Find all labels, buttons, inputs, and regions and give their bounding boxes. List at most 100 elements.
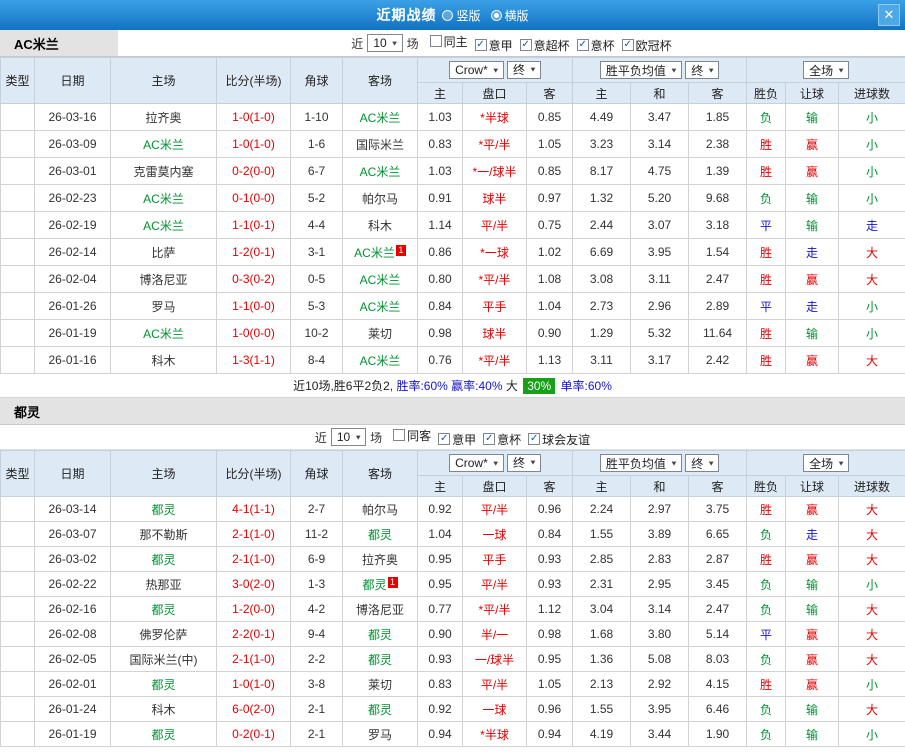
checkbox-checked-icon: ✓	[519, 39, 532, 51]
league-type: 意甲	[0, 621, 35, 647]
checkbox-checked-icon: ✓	[483, 433, 496, 445]
chevron-down-icon: ▼	[354, 433, 363, 441]
final-odds-dropdown[interactable]: 终 ▼	[685, 61, 720, 79]
result-handicap: 赢	[785, 671, 840, 697]
titlebar: 近期战绩 竖版 横版 ✕	[0, 0, 905, 30]
match-row: 意甲 26-02-16 都灵 1-2(0-0) 4-2 博洛尼亚 0.77 *平/半 1.12 3…	[0, 596, 905, 622]
avg-odds-dropdown[interactable]: 胜平负均值 ▼	[599, 61, 682, 79]
dropdown-value: 胜平负均值	[605, 63, 666, 78]
radio-vertical-label: 竖版	[456, 8, 481, 23]
window-title: 近期战绩	[376, 7, 437, 23]
league-type: 意甲	[0, 521, 35, 547]
scope-dropdown[interactable]: 全场 ▼	[803, 61, 850, 79]
result-handicap: 输	[785, 721, 840, 747]
filter-checkbox[interactable]: ✓ 球会友谊	[528, 431, 590, 448]
recent-count-dropdown[interactable]: 10 ▼	[330, 428, 367, 446]
lose-odds: 2.42	[688, 346, 748, 374]
score: 0-1(0-0)	[216, 184, 291, 212]
league-type: 意甲	[0, 671, 35, 697]
radio-horizontal-layout[interactable]: 横版	[490, 7, 529, 24]
result-wdl: 负	[746, 721, 787, 747]
score: 0-3(0-2)	[216, 265, 291, 293]
filter-checkbox[interactable]: ✓ 意甲	[474, 37, 513, 54]
checkbox-checked-icon: ✓	[528, 433, 541, 445]
filter-checkbox[interactable]: ✓ 欧冠杯	[621, 37, 672, 54]
team-name: 博洛尼亚	[139, 272, 188, 287]
summary-part: 胜率:60%	[396, 379, 452, 393]
team-name: 都灵	[151, 677, 176, 692]
home-team: AC米兰	[110, 130, 217, 158]
away-team: 都灵	[342, 521, 418, 547]
filter-checkbox-label: 欧冠杯	[635, 38, 672, 53]
col-score: 比分(半场)	[216, 450, 291, 497]
final-odds-dropdown[interactable]: 终 ▼	[685, 454, 720, 472]
recent-count-dropdown[interactable]: 10 ▼	[367, 34, 403, 52]
radio-vertical-layout[interactable]: 竖版	[442, 7, 481, 24]
sub-col-win: 主	[572, 475, 632, 497]
bookmaker-dropdown[interactable]: Crow* ▼	[449, 61, 504, 80]
bookmaker-dropdown[interactable]: Crow* ▼	[449, 454, 504, 473]
draw-odds: 2.92	[630, 671, 690, 697]
filter-checkbox[interactable]: ✓ 意杯	[483, 431, 521, 448]
result-group-header: 全场 ▼	[746, 57, 905, 83]
scope-dropdown[interactable]: 全场 ▼	[803, 454, 850, 472]
team-name: 都灵	[151, 552, 176, 567]
team-name: 拉齐奥	[145, 110, 182, 125]
score: 0-2(0-0)	[216, 157, 291, 185]
corners: 10-2	[290, 319, 343, 347]
sub-col-draw: 和	[630, 475, 690, 497]
lose-odds: 11.64	[688, 319, 748, 347]
handicap-home-odds: 0.83	[417, 671, 463, 697]
lose-odds: 3.75	[688, 496, 748, 522]
team-name: 那不勒斯	[139, 527, 188, 542]
score: 1-2(0-0)	[216, 596, 291, 622]
home-team: 都灵	[110, 496, 217, 522]
sub-col-draw: 和	[630, 82, 690, 104]
handicap-home-odds: 1.03	[417, 103, 463, 131]
win-odds: 3.08	[572, 265, 632, 293]
result-handicap: 赢	[785, 265, 840, 293]
sub-col-handicap-away: 客	[525, 82, 574, 104]
corners: 3-1	[290, 238, 343, 266]
league-type: 意甲	[0, 238, 35, 266]
red-card-badge: 1	[395, 244, 406, 256]
avg-odds-dropdown[interactable]: 胜平负均值 ▼	[599, 454, 682, 472]
score: 1-2(0-1)	[216, 238, 291, 266]
filter-checkbox[interactable]: 同主	[429, 33, 468, 50]
home-team: 拉齐奥	[110, 103, 217, 131]
home-team: 科木	[110, 346, 217, 374]
league-type: 意甲	[0, 265, 35, 293]
score: 2-1(1-0)	[216, 546, 291, 572]
final-odds-dropdown[interactable]: 终 ▼	[507, 453, 541, 472]
europe-odds-group-header: 胜平负均值 ▼ 终 ▼	[572, 450, 748, 476]
filter-checkbox[interactable]: ✓ 意超杯	[519, 37, 570, 54]
score: 4-1(1-1)	[216, 496, 291, 522]
score: 1-3(1-1)	[216, 346, 291, 374]
team-name: 都灵	[362, 577, 387, 592]
handicap-line: *一/球半	[462, 157, 527, 185]
chevron-down-icon: ▼	[837, 459, 846, 467]
close-icon[interactable]: ✕	[878, 4, 900, 26]
lose-odds: 3.45	[688, 571, 748, 597]
checkbox-checked-icon: ✓	[621, 39, 634, 51]
result-wdl: 胜	[746, 265, 787, 293]
home-team: AC米兰	[110, 319, 217, 347]
result-handicap: 赢	[785, 346, 840, 374]
filter-checkbox[interactable]: 同客	[393, 427, 431, 444]
handicap-away-odds: 0.96	[525, 496, 574, 522]
final-odds-dropdown[interactable]: 终 ▼	[507, 60, 541, 79]
league-type: 意杯	[0, 646, 35, 672]
chevron-down-icon: ▼	[707, 459, 716, 467]
corners: 0-5	[290, 265, 343, 293]
result-goals: 大	[838, 621, 905, 647]
filter-checkbox-label: 意甲	[452, 432, 477, 447]
league-type: 意甲	[0, 103, 35, 131]
filter-checkbox[interactable]: ✓ 意甲	[438, 431, 476, 448]
filter-checkbox[interactable]: ✓ 意杯	[576, 37, 615, 54]
lose-odds: 5.14	[688, 621, 748, 647]
home-team: 克雷莫内塞	[110, 157, 217, 185]
draw-odds: 3.11	[630, 265, 690, 293]
win-odds: 1.68	[572, 621, 632, 647]
league-type: 意甲	[0, 546, 35, 572]
chevron-down-icon: ▼	[529, 458, 537, 467]
